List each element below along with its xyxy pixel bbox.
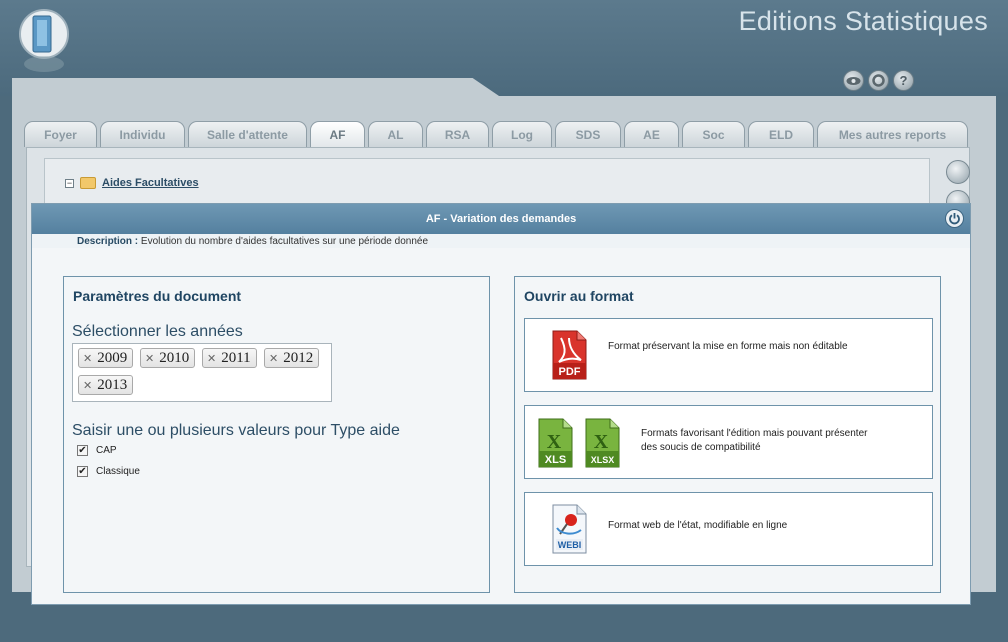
eye-icon[interactable] — [843, 70, 864, 91]
checkbox-classique-label: Classique — [96, 466, 140, 477]
tree-folder-label[interactable]: Aides Facultatives — [102, 177, 199, 189]
checkbox-cap-label: CAP — [96, 445, 117, 456]
webi-icon-text: WEBI — [558, 540, 582, 550]
header-icons: ? — [843, 70, 914, 91]
format-excel-option[interactable]: X XLS X XLSX Formats favorisant l'éditio… — [524, 405, 933, 479]
xlsx-icon-text: XLSX — [591, 455, 615, 465]
tab-sds[interactable]: SDS — [555, 121, 621, 147]
svg-text:X: X — [594, 431, 609, 453]
format-pdf-option[interactable]: PDF Format préservant la mise en forme m… — [524, 318, 933, 392]
dialog-header: AF - Variation des demandes — [32, 204, 970, 234]
side-action-icon[interactable] — [946, 160, 970, 184]
checkbox-classique[interactable]: ✔ — [77, 466, 88, 477]
app-title: Editions Statistiques — [738, 6, 988, 36]
year-chip[interactable]: ✕ 2009 — [78, 348, 134, 368]
dialog-title: AF - Variation des demandes — [425, 213, 577, 225]
type-aide-label: Saisir une ou plusieurs valeurs pour Typ… — [72, 422, 400, 439]
pdf-icon: PDF — [551, 330, 587, 380]
tree-folder-row[interactable]: − Aides Facultatives — [65, 177, 199, 189]
folder-icon — [80, 177, 96, 189]
remove-icon[interactable]: ✕ — [145, 352, 154, 365]
remove-icon[interactable]: ✕ — [83, 379, 92, 392]
params-title: Paramètres du document — [73, 288, 242, 304]
year-chip[interactable]: ✕ 2011 — [202, 348, 257, 368]
formats-title: Ouvrir au format — [524, 288, 634, 304]
tab-ae[interactable]: AE — [624, 121, 679, 147]
tab-rsa[interactable]: RSA — [426, 121, 489, 147]
pdf-description: Format préservant la mise en forme mais … — [608, 341, 848, 352]
close-power-icon[interactable] — [945, 209, 964, 228]
tab-mes-autres-reports[interactable]: Mes autres reports — [817, 121, 968, 147]
params-panel: Paramètres du document Sélectionner les … — [63, 276, 490, 593]
format-webi-option[interactable]: WEBI Format web de l'état, modifiable en… — [524, 492, 933, 566]
tab-bar: Foyer Individu Salle d'attente AF AL RSA… — [24, 121, 968, 147]
remove-icon[interactable]: ✕ — [207, 352, 216, 365]
tab-salle-attente[interactable]: Salle d'attente — [188, 121, 307, 147]
tab-log[interactable]: Log — [492, 121, 552, 147]
description-text: Evolution du nombre d'aides facultatives… — [140, 236, 429, 247]
excel-description: Formats favorisant l'édition mais pouvan… — [641, 428, 868, 453]
dialog-description: Description : Evolution du nombre d'aide… — [77, 236, 428, 247]
tab-foyer[interactable]: Foyer — [24, 121, 97, 147]
formats-panel: Ouvrir au format PDF Format préservant l… — [514, 276, 941, 593]
xls-icon-text: XLS — [545, 454, 566, 466]
tab-af[interactable]: AF — [310, 121, 365, 147]
xlsx-icon: X XLSX — [584, 418, 620, 468]
years-multiselect[interactable]: ✕ 2009 ✕ 2010 ✕ 2011 ✕ 2012 ✕ 2013 — [72, 343, 332, 402]
report-dialog: AF - Variation des demandes Description … — [31, 203, 971, 605]
app-footer — [0, 622, 1008, 642]
checkbox-classique-row[interactable]: ✔ Classique — [77, 466, 140, 477]
checkbox-cap-row[interactable]: ✔ CAP — [77, 445, 117, 456]
year-chip[interactable]: ✕ 2012 — [264, 348, 320, 368]
collapse-icon[interactable]: − — [65, 178, 74, 188]
tab-individu[interactable]: Individu — [100, 121, 185, 147]
webi-icon: WEBI — [551, 504, 587, 554]
app-logo — [16, 6, 72, 76]
years-label: Sélectionner les années — [72, 323, 243, 340]
tab-soc[interactable]: Soc — [682, 121, 745, 147]
year-chip[interactable]: ✕ 2013 — [78, 375, 134, 395]
tab-eld[interactable]: ELD — [748, 121, 814, 147]
webi-description: Format web de l'état, modifiable en lign… — [608, 520, 788, 531]
header-tab-shape — [12, 78, 502, 98]
tab-al[interactable]: AL — [368, 121, 423, 147]
year-chip[interactable]: ✕ 2010 — [140, 348, 196, 368]
checkbox-cap[interactable]: ✔ — [77, 445, 88, 456]
svg-text:X: X — [547, 431, 562, 453]
dialog-body: Paramètres du document Sélectionner les … — [32, 248, 970, 604]
pdf-icon-text: PDF — [559, 366, 581, 378]
remove-icon[interactable]: ✕ — [83, 352, 92, 365]
description-label: Description : — [77, 236, 139, 247]
xls-icon: X XLS — [537, 418, 573, 468]
remove-icon[interactable]: ✕ — [269, 352, 278, 365]
help-icon[interactable]: ? — [893, 70, 914, 91]
support-icon[interactable] — [868, 70, 889, 91]
